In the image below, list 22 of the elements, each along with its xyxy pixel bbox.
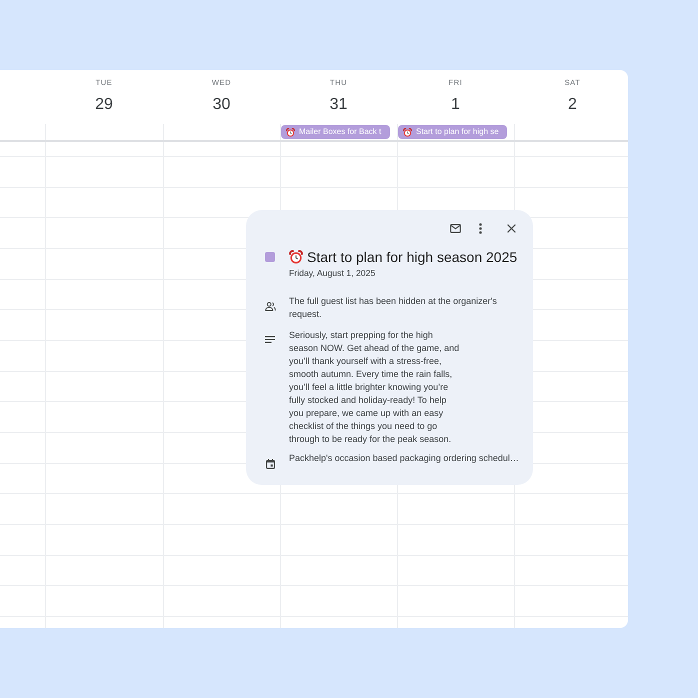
alarm-clock-icon	[403, 128, 412, 136]
more-options-icon	[479, 222, 482, 234]
mail-icon	[450, 224, 461, 232]
email-button[interactable]	[450, 224, 461, 232]
date-number[interactable]: 1	[451, 95, 460, 115]
event-description: Seriously, start prepping for the high season NOW. Get ahead of the game, and you’ll thank yourself with a stress-free, smooth autumn. Every time the rain falls, you’ll feel a little brighter knowing you’re fully stocked and holiday-ready! To help you prepare, we came up with an easy checklist of the things you need to go through to be ready for the peak season.	[289, 329, 460, 446]
text-lines-icon	[265, 336, 275, 344]
close-icon	[507, 224, 516, 232]
event-date: Friday, August 1, 2025	[289, 267, 376, 279]
date-number[interactable]: 31	[330, 95, 348, 115]
people-icon	[264, 302, 276, 311]
guest-list-note: The full guest list has been hidden at the organizer's request.	[289, 295, 498, 321]
close-button[interactable]	[507, 224, 516, 232]
calendar-name: Packhelp's occasion based packaging ordering schedul…	[289, 452, 520, 466]
event-title: Start to plan for high season 2025	[307, 248, 518, 266]
date-number[interactable]: 29	[95, 95, 113, 115]
date-number[interactable]: 30	[212, 95, 230, 115]
more-options-button[interactable]	[479, 222, 482, 234]
alarm-clock-icon	[286, 128, 295, 136]
alarm-clock-icon	[289, 250, 303, 264]
date-number[interactable]: 2	[568, 95, 577, 115]
calendar-icon	[266, 459, 274, 470]
